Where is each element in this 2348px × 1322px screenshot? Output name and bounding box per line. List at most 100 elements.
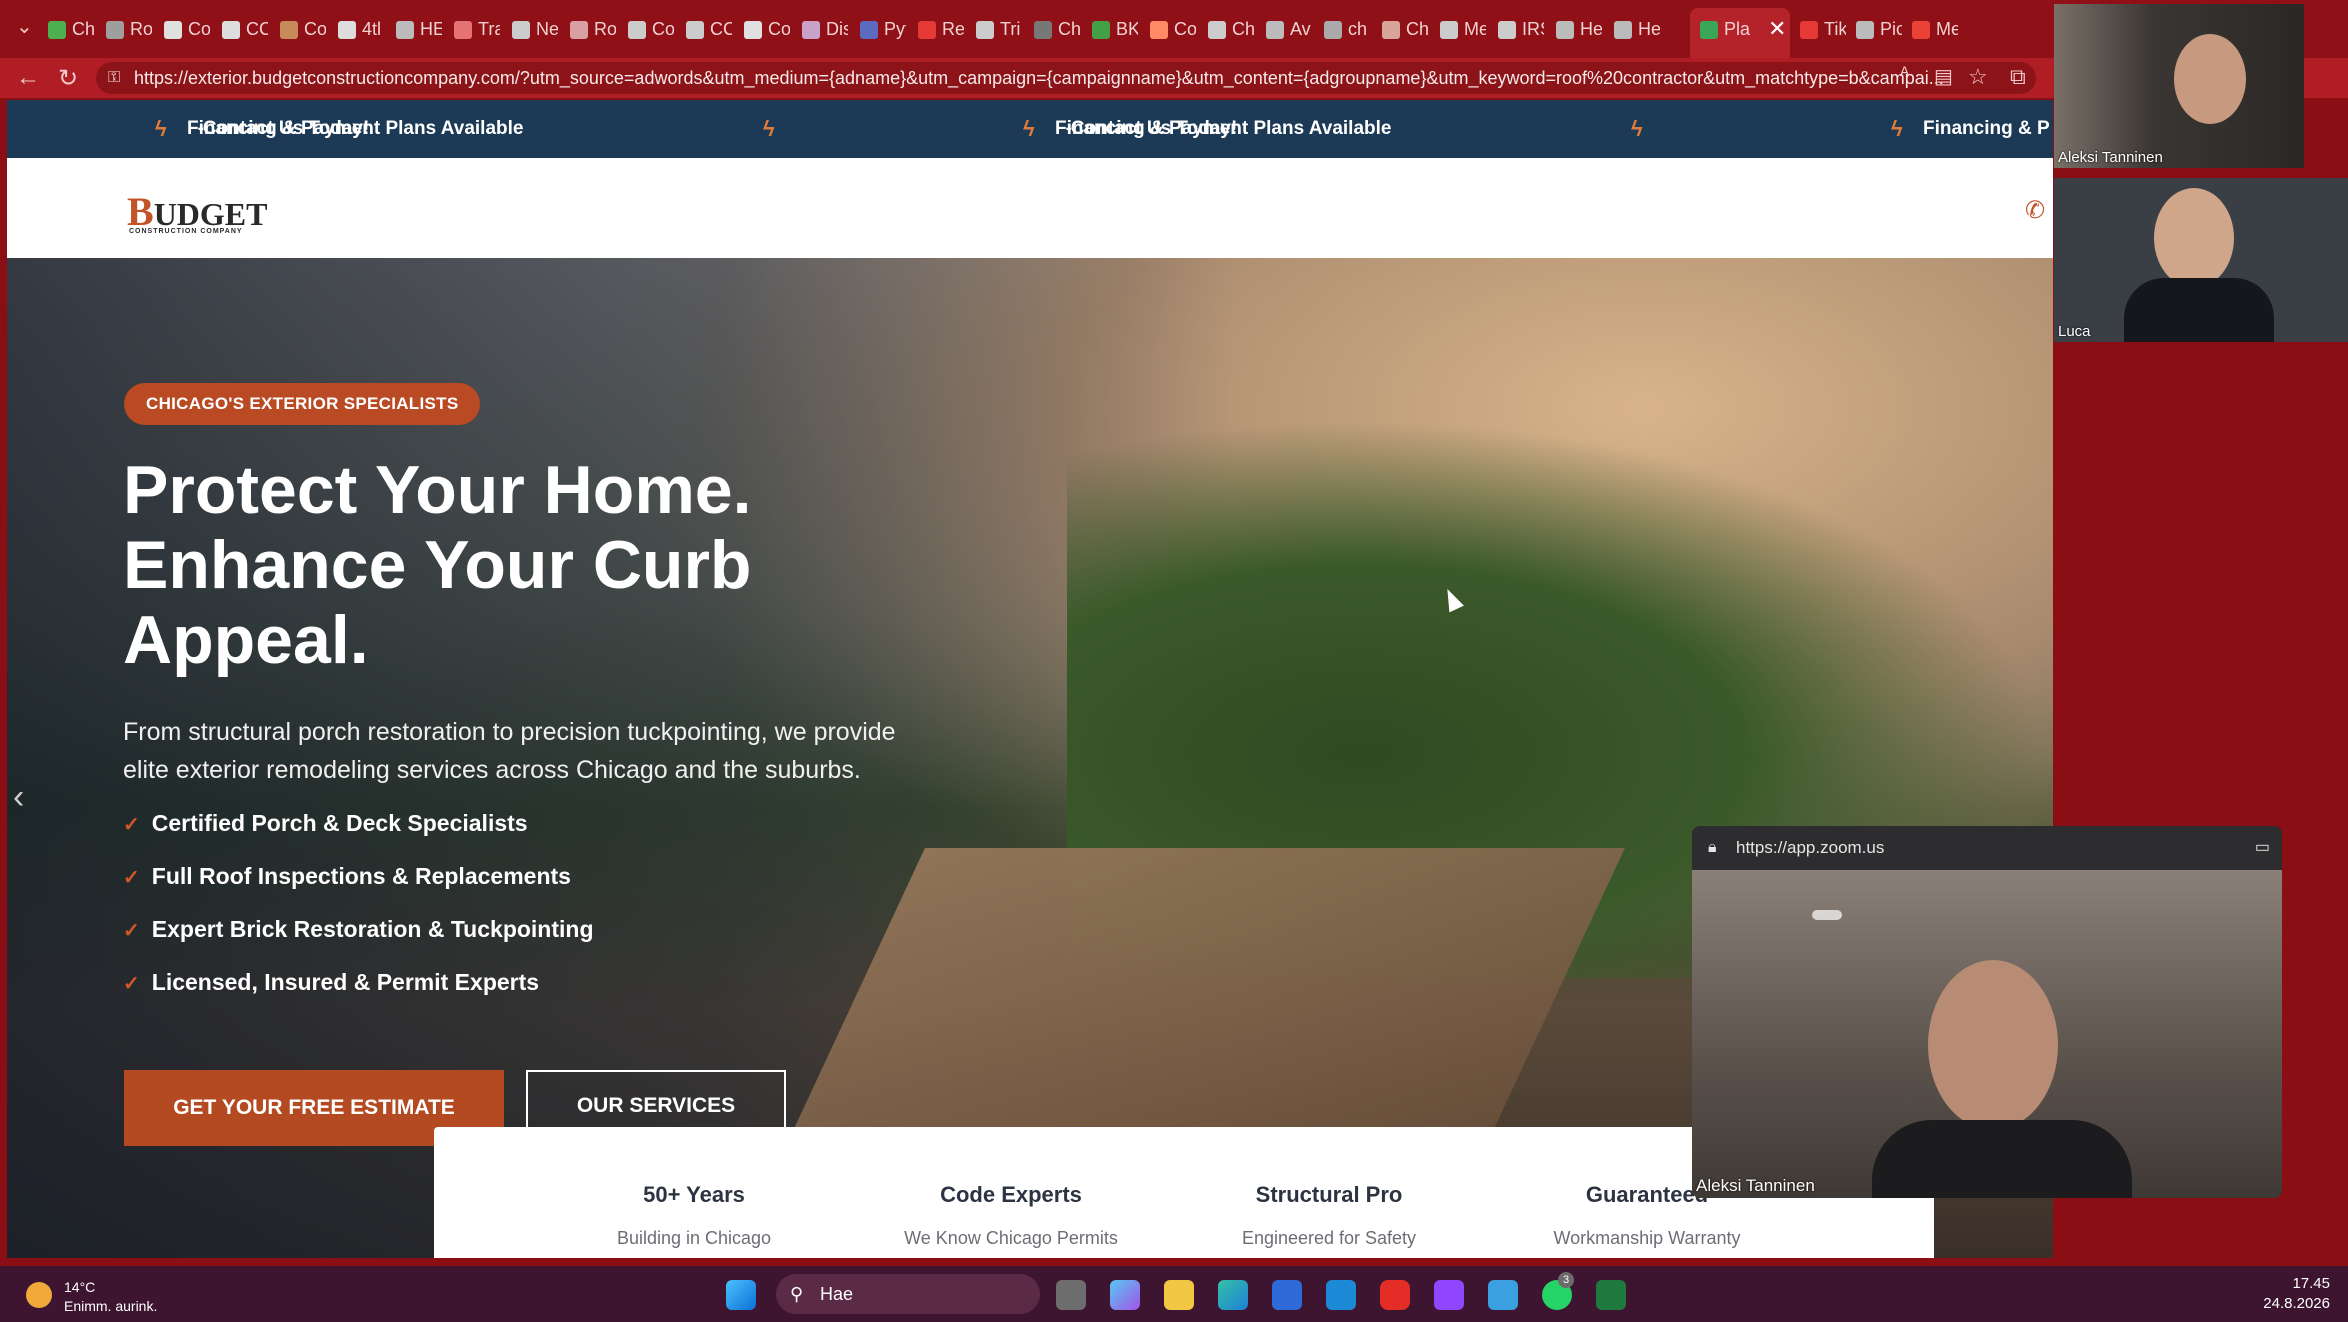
browser-tab[interactable]: Ch <box>1034 12 1080 46</box>
bolt-icon: ϟ <box>763 116 775 141</box>
browser-tab[interactable]: Me <box>1912 12 1958 46</box>
twitch-icon[interactable] <box>1434 1280 1464 1310</box>
feature-item: ✓ Certified Porch & Deck Specialists <box>123 810 528 836</box>
tab-favicon-icon <box>860 21 878 40</box>
outlook-icon[interactable] <box>1326 1280 1356 1310</box>
participant-name: Aleksi Tanninen <box>1696 1176 1815 1195</box>
excel-icon[interactable] <box>1596 1280 1626 1310</box>
file-explorer-icon[interactable] <box>1164 1280 1194 1310</box>
participant-face <box>2154 188 2234 288</box>
browser-tab[interactable]: Ro <box>570 12 616 46</box>
reader-mode-icon[interactable]: ▤ <box>1934 64 1953 89</box>
browser-tab[interactable]: Tri <box>976 12 1022 46</box>
tab-favicon-icon <box>686 21 704 40</box>
phone-icon[interactable]: ✆ <box>2025 196 2045 225</box>
tab-favicon-icon <box>918 21 936 40</box>
check-icon: ✓ <box>123 814 140 836</box>
bolt-icon: ϟ <box>155 116 167 141</box>
tab-favicon-icon <box>1034 21 1052 40</box>
browser-tab[interactable]: Ch <box>48 12 94 46</box>
feature-item: ✓ Expert Brick Restoration & Tuckpointing <box>123 916 594 942</box>
tab-favicon-icon <box>1266 21 1284 40</box>
browser-tab[interactable]: He <box>1614 12 1660 46</box>
browser-tab[interactable]: Co <box>1150 12 1196 46</box>
tab-favicon-icon <box>1556 21 1574 40</box>
slider-prev-icon[interactable]: ‹ <box>13 778 24 817</box>
browser-tab[interactable]: Me <box>1440 12 1486 46</box>
youtube-icon[interactable] <box>1380 1280 1410 1310</box>
hero-description: From structural porch restoration to pre… <box>123 718 896 784</box>
back-arrow-icon[interactable]: ← <box>16 64 40 92</box>
browser-tab[interactable]: Tra <box>454 12 500 46</box>
browser-tab[interactable]: Ch <box>1382 12 1428 46</box>
browser-tab[interactable]: Pic <box>1856 12 1902 46</box>
promo-text-1: Financing & Payment Plans Available - Co… <box>187 118 524 139</box>
browser-tab[interactable]: Dis <box>802 12 848 46</box>
task-view-icon[interactable] <box>1056 1280 1086 1310</box>
zoom-pip-window[interactable]: 🔒︎ https://app.zoom.us ▭ Aleksi Tanninen <box>1692 826 2282 1198</box>
browser-tab[interactable]: Av <box>1266 12 1312 46</box>
bolt-icon: ϟ <box>1891 116 1903 141</box>
pip-titlebar: 🔒︎ https://app.zoom.us ▭ <box>1692 826 2282 870</box>
close-tab-icon[interactable]: ✕ <box>1768 16 1786 42</box>
start-windows-icon[interactable] <box>726 1280 756 1310</box>
browser-tab[interactable]: Co <box>164 12 210 46</box>
taskbar-search[interactable]: ⚲ Hae <box>776 1274 1040 1314</box>
zoom-tile-aleksi[interactable]: Aleksi Tanninen <box>2054 4 2304 168</box>
copilot-icon[interactable] <box>1110 1280 1140 1310</box>
feature-list: ✓ Certified Porch & Deck Specialists ✓ Ful… <box>123 806 594 1018</box>
browser-tab[interactable]: Ne <box>512 12 558 46</box>
tab-favicon-icon <box>106 21 124 40</box>
pip-video: Aleksi Tanninen <box>1692 870 2282 1198</box>
edge-browser-icon[interactable] <box>1218 1280 1248 1310</box>
search-icon: ⚲ <box>790 1284 804 1304</box>
participant-face <box>2174 34 2246 124</box>
browser-tab[interactable]: CC <box>222 12 268 46</box>
browser-tab[interactable]: IRS <box>1498 12 1544 46</box>
hero-badge: CHICAGO'S EXTERIOR SPECIALISTS <box>124 383 481 425</box>
tab-favicon-icon <box>1208 21 1226 40</box>
read-aloud-icon[interactable]: ᴬ <box>1900 64 1909 87</box>
browser-tab[interactable]: He <box>1556 12 1602 46</box>
favorite-star-icon[interactable]: ☆ <box>1968 64 1988 90</box>
tab-favicon-icon <box>396 21 414 40</box>
video-camera-icon[interactable]: ▭ <box>2255 826 2270 870</box>
browser-tab[interactable]: Co <box>744 12 790 46</box>
app-icon[interactable] <box>1488 1280 1518 1310</box>
weather-sun-icon <box>26 1282 52 1308</box>
tab-favicon-icon <box>512 21 530 40</box>
promo-text-3: Financing & P <box>1923 118 2050 139</box>
site-info-icon[interactable]: ⚿ <box>108 62 120 94</box>
participant-name: Luca <box>2058 323 2091 340</box>
budget-logo[interactable]: BUDGET CONSTRUCTION COMPANY <box>127 188 267 235</box>
browser-tab[interactable]: BK <box>1092 12 1138 46</box>
system-clock[interactable]: 17.45 24.8.2026 <box>2263 1274 2330 1314</box>
browser-tab[interactable]: Re <box>918 12 964 46</box>
check-icon: ✓ <box>123 867 140 889</box>
zoom-tile-luca[interactable]: Luca <box>2054 178 2348 342</box>
tab-list-chevron-icon[interactable]: ⌄ <box>16 14 33 39</box>
browser-tab[interactable]: Tik <box>1800 12 1846 46</box>
bolt-icon: ϟ <box>1631 116 1643 141</box>
tab-favicon-icon <box>1382 21 1400 40</box>
extensions-icon[interactable]: ⧉ <box>2010 64 2026 90</box>
tab-favicon-icon <box>802 21 820 40</box>
tab-favicon-icon <box>164 21 182 40</box>
browser-tab[interactable]: Co <box>628 12 674 46</box>
browser-tab[interactable]: Pyt <box>860 12 906 46</box>
store-icon[interactable] <box>1272 1280 1302 1310</box>
tab-favicon-icon <box>628 21 646 40</box>
tab-favicon-icon <box>1498 21 1516 40</box>
browser-tab[interactable]: 4tl <box>338 12 384 46</box>
reload-icon[interactable]: ↻ <box>58 64 78 93</box>
browser-tab[interactable]: Ro <box>106 12 152 46</box>
address-bar[interactable]: ⚿ https://exterior.budgetconstructioncom… <box>96 62 2036 94</box>
browser-tab[interactable]: Ch <box>1208 12 1254 46</box>
stat-item: Code Experts We Know Chicago Permits <box>904 1182 1118 1248</box>
browser-tab[interactable]: CC <box>686 12 732 46</box>
browser-tab[interactable]: ch <box>1324 12 1370 46</box>
browser-tab[interactable]: Co <box>280 12 326 46</box>
browser-tab[interactable]: HE <box>396 12 442 46</box>
browser-tab-strip: ⌄ Ch Ro Co CC Co 4tl HE Tra Ne Ro Co CC Co Dis Pyt Re Tr… <box>0 0 2348 58</box>
tab-favicon-icon <box>1912 21 1930 40</box>
